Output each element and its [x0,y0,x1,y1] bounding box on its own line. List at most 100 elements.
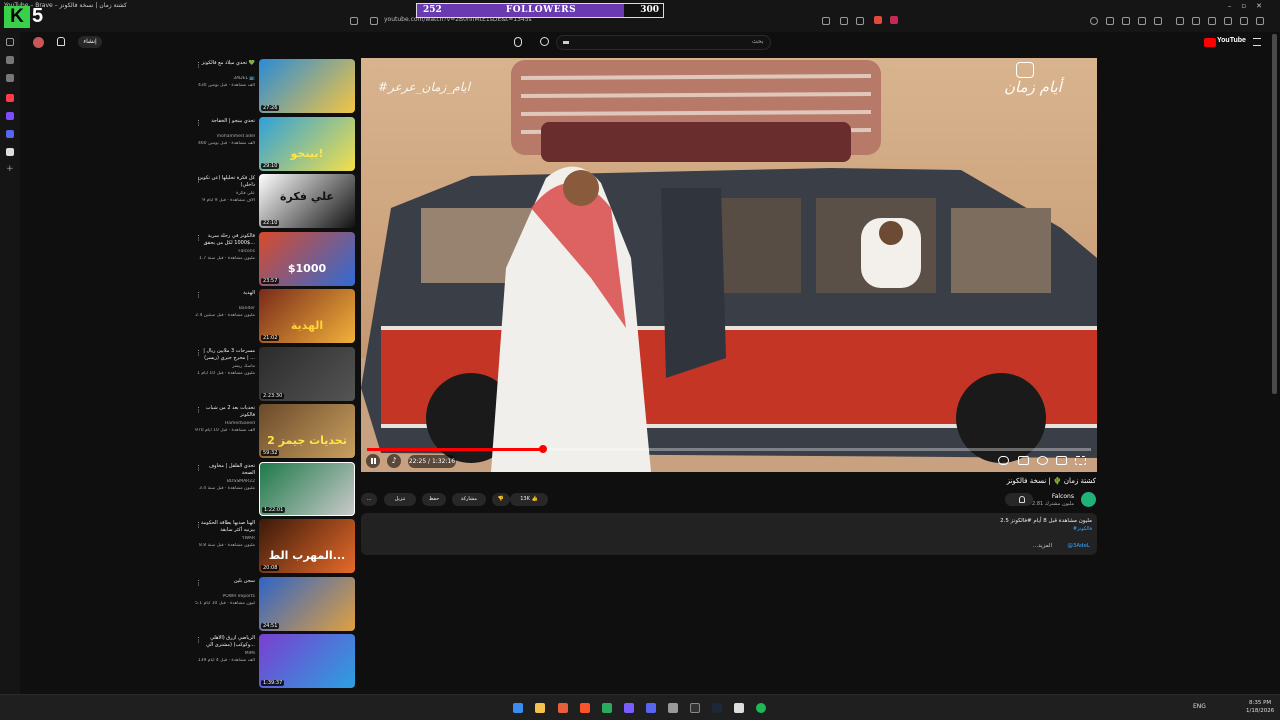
description-hashtag[interactable]: #فالكونز [1073,526,1092,532]
recommendation-title[interactable]: الهنا صديها بطاقة الحكومة بيزنيه أكثر سا… [195,520,255,534]
recommendation-title[interactable]: فالكونز في رحلة سرية $1000 لكل من يحقق..… [195,233,255,247]
autoplay-toggle[interactable] [998,456,1009,465]
history-icon[interactable] [6,74,14,82]
recommendation-title[interactable]: سجن بلين [195,578,255,585]
brave-shield-icon[interactable] [874,16,882,24]
recommendation-channel[interactable]: mohammed adel [195,134,255,139]
zoom-icon[interactable] [822,17,830,25]
obs-icon[interactable] [690,703,700,713]
recommendation-thumbnail[interactable]: 24:51 [259,576,355,631]
subtitles-icon[interactable] [1018,456,1029,465]
sidebar-toggle-icon[interactable] [1154,17,1162,25]
fullscreen-icon[interactable] [1075,456,1086,465]
channel-name[interactable]: Falcons [1052,493,1074,500]
recommendation-channel[interactable]: YWAR [195,536,255,541]
download-button[interactable]: تنزيل [384,493,416,506]
search-input[interactable] [556,35,771,50]
recommendation-item[interactable]: ⋮ الهنا صديها بطاقة الحكومة بيزنيه أكثر س… [195,519,355,575]
channel-watermark-icon[interactable] [1016,62,1034,78]
add-panel-icon[interactable]: + [6,165,14,174]
recommendation-thumbnail[interactable]: $1000 23:57 [259,231,355,286]
recommendation-title[interactable]: تحدي ميلاد مع فالكونز 💚 [195,60,255,67]
discord-app-icon[interactable] [6,130,14,138]
app-icon[interactable] [624,703,634,713]
youtube-logo[interactable]: YouTube [1204,37,1246,47]
recommendation-thumbnail[interactable]: الهدية 21:02 [259,289,355,343]
recommendation-thumbnail[interactable]: 1:22:01 [259,461,355,516]
brave-rewards-icon[interactable] [890,16,898,24]
notifications-bell-icon[interactable] [57,37,65,46]
recommendation-channel[interactable]: Falcons [195,249,255,254]
recommendation-thumbnail[interactable]: 1:39:37 [259,634,355,688]
recommendation-channel[interactable]: علي فكرة [195,191,255,196]
extension-icon[interactable] [1090,17,1098,25]
screenshot-icon[interactable] [840,17,848,25]
youtube-app-icon[interactable] [6,94,14,102]
clock[interactable]: 8:35 PM 1/18/2026 [1246,699,1274,715]
voice-search-icon[interactable] [514,37,522,47]
video-scrubber-handle[interactable] [538,445,547,453]
recommendation-channel[interactable]: MiMi [195,651,255,656]
video-description-box[interactable] [361,513,1097,555]
recommendation-thumbnail[interactable]: بينجو! 29:10 [259,116,355,171]
site-info-icon[interactable] [370,17,378,25]
window-controls[interactable]: –▫✕ [1228,2,1272,10]
recommendation-title[interactable]: تحدي بينجو | الخفاجة [195,118,255,125]
extension-icon[interactable] [1122,17,1130,25]
page-scrollbar[interactable] [1272,34,1277,394]
recommendation-title[interactable]: تحدي الفلفل | مخاوف الصحة [195,463,255,477]
user-avatar[interactable] [33,37,44,48]
recommendation-item[interactable]: ⋮ سجن بلين POWR eSports 5.1 مليون مشاهدة · … [195,576,355,633]
app-icon[interactable] [602,703,612,713]
music-icon[interactable] [1192,17,1200,25]
input-language[interactable]: ENG [1193,703,1206,710]
extensions-puzzle-icon[interactable] [1138,17,1146,25]
menu-icon[interactable] [1256,17,1264,25]
vpn-icon[interactable] [1240,17,1248,25]
app-icon[interactable] [558,703,568,713]
recommendation-thumbnail[interactable]: المهرب الط... 20:08 [259,519,355,573]
keyboard-icon[interactable] [563,41,569,44]
recommendation-item[interactable]: ⋮ كل فكرة تحليلها (عن تكوين داخلي) علي فكر… [195,174,355,230]
wallet-icon[interactable] [1224,17,1232,25]
recommendation-item[interactable]: ⋮ فالكونز في رحلة سرية $1000 لكل من يحقق.… [195,231,355,288]
recommendation-item[interactable]: ⋮ تحدي الفلفل | مخاوف الصحة BOSSMAR22 3.4 م… [195,461,355,518]
recommendation-title[interactable]: الرياضي أزرق (الأهلي وكوكب) (مشترى الي..… [195,635,255,649]
recommendation-thumbnail[interactable]: تحديات جيمز 2 59:32 [259,404,355,458]
sidebar-panel-icon[interactable] [6,38,14,46]
recommendation-item[interactable]: ⋮ تحديات بعد 2 من شباب فالكونز HamedSaeed 9… [195,404,355,460]
recommendation-channel[interactable]: ماسك ريسر [195,364,255,369]
file-explorer-icon[interactable] [535,703,545,713]
channel-avatar[interactable] [1081,492,1096,507]
recommendation-thumbnail[interactable]: علي فكرة 22:10 [259,174,355,228]
description-more-link[interactable]: ...المزيد [1033,543,1052,549]
panel-icon[interactable] [1208,17,1216,25]
recommendation-channel[interactable]: HamedSaeed [195,421,255,426]
bookmark-icon[interactable] [350,17,358,25]
more-actions-button[interactable]: ... [361,493,377,506]
recommendation-thumbnail[interactable]: 2:23:30 [259,346,355,401]
x-app-icon[interactable] [6,148,14,156]
recommendation-item[interactable]: ⋮ مسرحات 3 ملايين ريال | محرج جبري (ريسر)… [195,346,355,403]
start-icon[interactable] [513,703,523,713]
settings-icon[interactable] [734,703,744,713]
recommendation-title[interactable]: تحديات بعد 2 من شباب فالكونز [195,405,255,419]
extension-icon[interactable] [1106,17,1114,25]
recommendation-item[interactable]: ⋮ الهدية Bander 2.4 مليون مشاهدة · قبل سنتي… [195,289,355,345]
search-icon[interactable] [540,37,549,46]
video-progress-bar[interactable] [367,445,1091,453]
description-handle[interactable]: @3AdeL [1067,543,1090,549]
bookmarks-icon[interactable] [6,56,14,64]
twitch-app-icon[interactable] [6,112,14,120]
recommendation-channel[interactable]: BOSSMAR22 [195,479,255,484]
like-button[interactable]: 13K 👍 [510,493,548,506]
steam-icon[interactable] [712,703,722,713]
settings-gear-icon[interactable] [1037,456,1048,465]
share-button[interactable]: مشاركة [452,493,486,506]
download-icon[interactable] [1176,17,1184,25]
theater-mode-icon[interactable] [1056,456,1067,465]
video-player[interactable] [361,58,1097,472]
recommendation-thumbnail[interactable]: 27:26 [259,59,355,113]
recommendation-channel[interactable]: Bander [195,306,255,311]
volume-button[interactable]: ♪ [387,454,401,468]
